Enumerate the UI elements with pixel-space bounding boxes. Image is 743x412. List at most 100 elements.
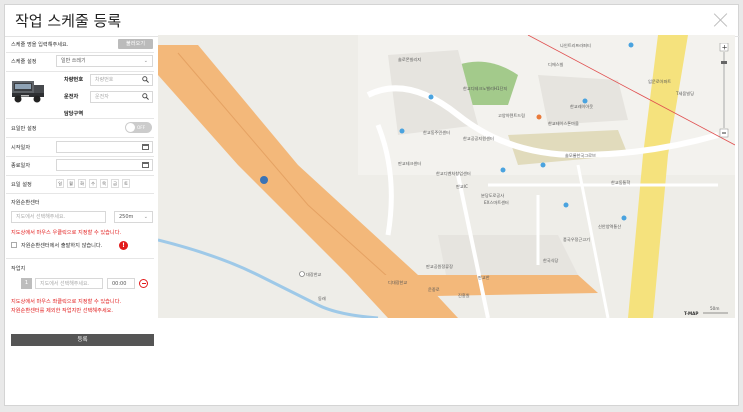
divider bbox=[6, 52, 154, 53]
map-label: 한교동주민센터 bbox=[423, 129, 450, 136]
divider bbox=[6, 193, 154, 194]
driver-input[interactable]: 운전자 bbox=[90, 91, 153, 103]
map-label: 운중로 bbox=[428, 287, 440, 292]
resource-center-input[interactable]: 지도에서 선택해주세요. bbox=[11, 211, 106, 223]
radius-value: 250m bbox=[119, 214, 134, 220]
schedule-name-label: 스케줄 명을 입력해주세요. bbox=[11, 42, 69, 48]
divider bbox=[6, 71, 154, 72]
worksite-placeholder: 지도에서 선택해주세요. bbox=[40, 281, 90, 287]
resource-center-label: 자원순환센터 bbox=[11, 200, 40, 206]
radius-select[interactable]: 250m ⌄ bbox=[114, 211, 153, 223]
register-button[interactable]: 등록 bbox=[11, 334, 154, 346]
divider bbox=[6, 137, 154, 138]
day-setting-label: 요일만 설정 bbox=[11, 126, 37, 132]
calendar-icon[interactable] bbox=[142, 162, 149, 168]
map-label: 고양아텐트드림 bbox=[498, 112, 525, 119]
map-label: 디에스빌 bbox=[548, 61, 564, 68]
map-label: 분당도로공사 bbox=[481, 192, 504, 199]
map-label: T세움빌딩 bbox=[675, 90, 694, 97]
vehicle-number-placeholder: 차량번호 bbox=[95, 77, 114, 83]
map-label: 나인트리프라퍼티 bbox=[560, 42, 591, 49]
weekday-sat[interactable]: 토 bbox=[122, 179, 130, 188]
map-label: 한교테이스톤마을 bbox=[548, 120, 579, 127]
weekday-thu[interactable]: 목 bbox=[100, 179, 108, 188]
divider bbox=[6, 258, 154, 259]
divider bbox=[6, 175, 154, 176]
divider bbox=[6, 118, 154, 119]
worksite-label: 작업지 bbox=[11, 266, 26, 272]
worksite-hint-1: 지도상에서 마우스 좌클릭으로 지정할 수 있습니다. bbox=[11, 299, 122, 305]
map-label: 한국식당 bbox=[543, 257, 559, 264]
start-date-label: 시작일자 bbox=[11, 145, 31, 151]
map-label: 솔로몬빌리지 bbox=[398, 56, 421, 63]
map-label: EX스마트센터 bbox=[484, 199, 509, 206]
map-label: 대장한교 bbox=[306, 271, 322, 278]
no-depart-checkbox[interactable] bbox=[11, 242, 17, 248]
worksite-hint-2: 자원순환센터를 제외한 작업지만 선택해주세요. bbox=[11, 308, 114, 314]
divider bbox=[6, 156, 154, 157]
modal-title: 작업 스케줄 등록 bbox=[15, 12, 122, 30]
map-canvas[interactable]: 나인트리프라퍼티 디에스빌 입문로아파트 솔로몬빌리지 한교디테크노밸리H1단지… bbox=[158, 35, 735, 318]
map-label: 솔모롱한국그로브 bbox=[565, 152, 596, 159]
search-icon[interactable] bbox=[142, 93, 149, 100]
map-label: 판교IC bbox=[456, 183, 468, 189]
driver-placeholder: 운전자 bbox=[95, 94, 109, 100]
zoom-control[interactable]: + bbox=[719, 43, 729, 138]
resource-hint: 지도상에서 마우스 우클릭으로 지정할 수 있습니다. bbox=[11, 230, 122, 236]
remove-worksite-icon[interactable] bbox=[139, 279, 148, 288]
worksite-time-input[interactable]: 00:00 bbox=[107, 278, 135, 289]
vehicle-number-label: 차량번호 bbox=[64, 77, 84, 83]
area-label: 담당구역 bbox=[64, 111, 84, 117]
weekday-wed[interactable]: 수 bbox=[89, 179, 97, 188]
search-icon[interactable] bbox=[142, 76, 149, 83]
toggle-text: OFF bbox=[137, 125, 146, 130]
vehicle-number-input[interactable]: 차량번호 bbox=[90, 74, 153, 86]
driver-label: 운전자 bbox=[64, 94, 79, 100]
worksite-input[interactable]: 지도에서 선택해주세요. bbox=[35, 278, 103, 289]
map-label: 디대장한교 bbox=[388, 279, 407, 286]
load-button[interactable]: 불러오기 bbox=[118, 39, 153, 49]
chevron-down-icon: ⌄ bbox=[143, 58, 148, 64]
map-label: 한교레이아웃 bbox=[570, 103, 593, 110]
end-date-input[interactable] bbox=[56, 159, 153, 171]
day-only-toggle[interactable]: OFF bbox=[125, 122, 152, 133]
warning-icon[interactable]: ! bbox=[119, 241, 128, 250]
toggle-knob bbox=[126, 123, 135, 132]
schedule-form-panel: 스케줄 명을 입력해주세요. 불러오기 스케줄 설정 일반 쓰레기 ⌄ 차량번호… bbox=[6, 34, 154, 346]
map-label: 판교한 bbox=[478, 274, 490, 280]
map-label: 판교테크센터 bbox=[398, 160, 421, 167]
map-label: 한교디테크노밸리H1단지 bbox=[463, 85, 507, 92]
map-label: 신안양역통산 bbox=[598, 223, 621, 230]
map-label: 판교공원정류장 bbox=[426, 263, 453, 270]
resource-center-placeholder: 지도에서 선택해주세요. bbox=[16, 214, 66, 220]
map-label: 한교공공지원센터 bbox=[463, 135, 494, 142]
chevron-down-icon: ⌄ bbox=[143, 214, 148, 220]
map-brand: T-MAP bbox=[684, 311, 698, 316]
map-scale: 50m bbox=[710, 306, 719, 311]
schedule-setting-select[interactable]: 일반 쓰레기 ⌄ bbox=[56, 55, 153, 67]
no-depart-label: 자원순환센터에서 출발하지 않습니다. bbox=[21, 243, 103, 249]
map-label: 진흥원 bbox=[458, 292, 470, 298]
weekday-tue[interactable]: 화 bbox=[78, 179, 86, 188]
weekday-fri[interactable]: 금 bbox=[111, 179, 119, 188]
map-view[interactable]: 나인트리프라퍼티 디에스빌 입문로아파트 솔로몬빌리지 한교디테크노밸리H1단지… bbox=[158, 35, 735, 318]
map-label: 한교디벤처창업센터 bbox=[436, 170, 471, 177]
svg-text:+: + bbox=[722, 44, 728, 52]
schedule-setting-label: 스케줄 설정 bbox=[11, 59, 37, 65]
map-label: 풍국우정근고기 bbox=[563, 236, 590, 243]
schedule-setting-value: 일반 쓰레기 bbox=[61, 58, 86, 64]
map-label: 동래 bbox=[318, 295, 326, 302]
truck-icon bbox=[12, 81, 44, 103]
weekday-mon[interactable]: 월 bbox=[67, 179, 75, 188]
close-icon[interactable] bbox=[712, 11, 730, 29]
modal-titlebar: 작업 스케줄 등록 bbox=[5, 5, 740, 37]
map-label: 한교동통학 bbox=[611, 179, 630, 186]
worksite-index: 1 bbox=[21, 278, 32, 289]
map-label: 입문로아파트 bbox=[648, 78, 671, 85]
end-date-label: 종료일자 bbox=[11, 163, 31, 169]
start-date-input[interactable] bbox=[56, 141, 153, 153]
weekday-label: 요일 설정 bbox=[11, 182, 32, 188]
calendar-icon[interactable] bbox=[142, 144, 149, 150]
worksite-time: 00:00 bbox=[112, 281, 127, 287]
weekday-sun[interactable]: 일 bbox=[56, 179, 64, 188]
